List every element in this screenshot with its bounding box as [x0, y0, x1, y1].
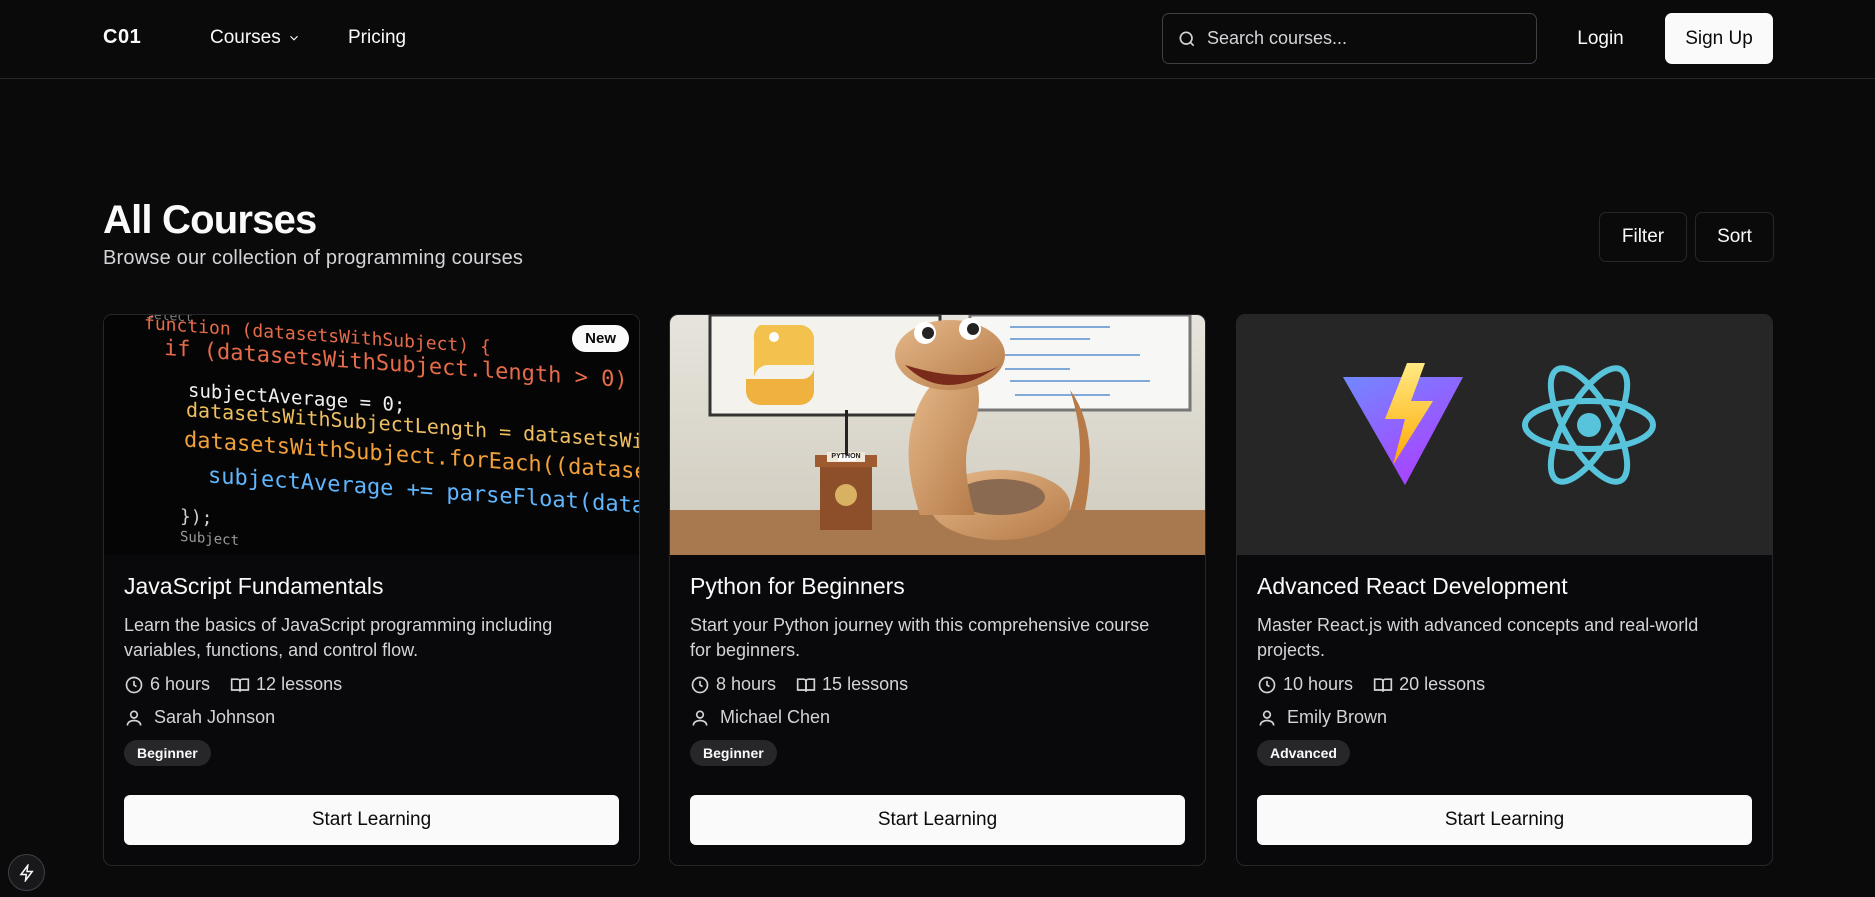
book-icon: [1373, 677, 1393, 692]
clock-icon: [125, 676, 143, 693]
course-description: Start your Python journey with this comp…: [690, 615, 1150, 660]
user-icon: [692, 710, 708, 726]
clock-icon: [691, 676, 709, 693]
course-lessons: 15 lessons: [822, 674, 909, 694]
nav-pricing-link[interactable]: Pricing: [348, 27, 406, 49]
level-badge: Beginner: [124, 740, 211, 766]
course-instructor: Michael Chen: [720, 707, 831, 727]
site-logo[interactable]: C01: [103, 26, 141, 49]
level-badge: Advanced: [1257, 740, 1350, 766]
chevron-down-icon: [289, 35, 298, 41]
page-title: All Courses: [103, 198, 317, 242]
nav-courses-label: Courses: [210, 27, 281, 48]
search-icon: [1179, 31, 1195, 46]
search-input[interactable]: [1207, 28, 1527, 49]
vite-react-logos: [1343, 363, 1656, 485]
course-lessons: 12 lessons: [256, 674, 343, 694]
course-thumbnail-python: PYTHON: [670, 315, 1205, 555]
course-duration: 6 hours: [150, 674, 211, 694]
course-duration: 8 hours: [716, 674, 777, 694]
filter-button[interactable]: Filter: [1599, 212, 1687, 262]
start-learning-button[interactable]: Start Learning: [690, 795, 1185, 845]
course-card-react[interactable]: Advanced React Development Master React.…: [1236, 314, 1773, 866]
signup-button[interactable]: Sign Up: [1665, 13, 1773, 64]
lightning-icon: [19, 863, 34, 882]
course-thumbnail-code: Select function (datasetsWithSubject) { …: [104, 315, 639, 555]
python-snake-illustration: [670, 315, 1205, 555]
user-icon: [1259, 710, 1275, 726]
start-learning-button[interactable]: Start Learning: [124, 795, 619, 845]
user-icon: [126, 710, 142, 726]
course-title: Python for Beginners: [690, 573, 905, 599]
nav-courses-dropdown[interactable]: Courses: [210, 27, 301, 49]
course-title: JavaScript Fundamentals: [124, 573, 384, 599]
page-subtitle: Browse our collection of programming cou…: [103, 247, 524, 269]
dev-tools-button[interactable]: [8, 854, 45, 891]
login-button[interactable]: Login: [1553, 13, 1648, 64]
course-instructor: Sarah Johnson: [154, 707, 276, 727]
top-navbar: C01 Courses Pricing Login Sign Up: [0, 0, 1875, 79]
course-lessons: 20 lessons: [1399, 674, 1486, 694]
podium-label: PYTHON: [831, 453, 861, 460]
course-duration: 10 hours: [1283, 674, 1354, 694]
level-badge: Beginner: [690, 740, 777, 766]
course-thumbnail-react: [1237, 315, 1772, 555]
search-box[interactable]: [1162, 13, 1537, 64]
course-card-javascript[interactable]: Select function (datasetsWithSubject) { …: [103, 314, 640, 866]
book-icon: [796, 677, 816, 692]
new-badge: New: [572, 325, 629, 352]
course-card-python[interactable]: PYTHON Python for Beginners Start your P…: [669, 314, 1206, 866]
start-learning-button[interactable]: Start Learning: [1257, 795, 1752, 845]
sort-button[interactable]: Sort: [1695, 212, 1774, 262]
course-instructor: Emily Brown: [1287, 707, 1388, 727]
code-line: });: [180, 505, 213, 530]
course-title: Advanced React Development: [1257, 573, 1568, 599]
course-description: Learn the basics of JavaScript programmi…: [124, 615, 553, 660]
book-icon: [230, 677, 250, 692]
nav-pricing-label: Pricing: [348, 27, 407, 48]
code-line: Subject: [180, 528, 240, 550]
clock-icon: [1258, 676, 1276, 693]
course-description: Master React.js with advanced concepts a…: [1257, 615, 1699, 660]
